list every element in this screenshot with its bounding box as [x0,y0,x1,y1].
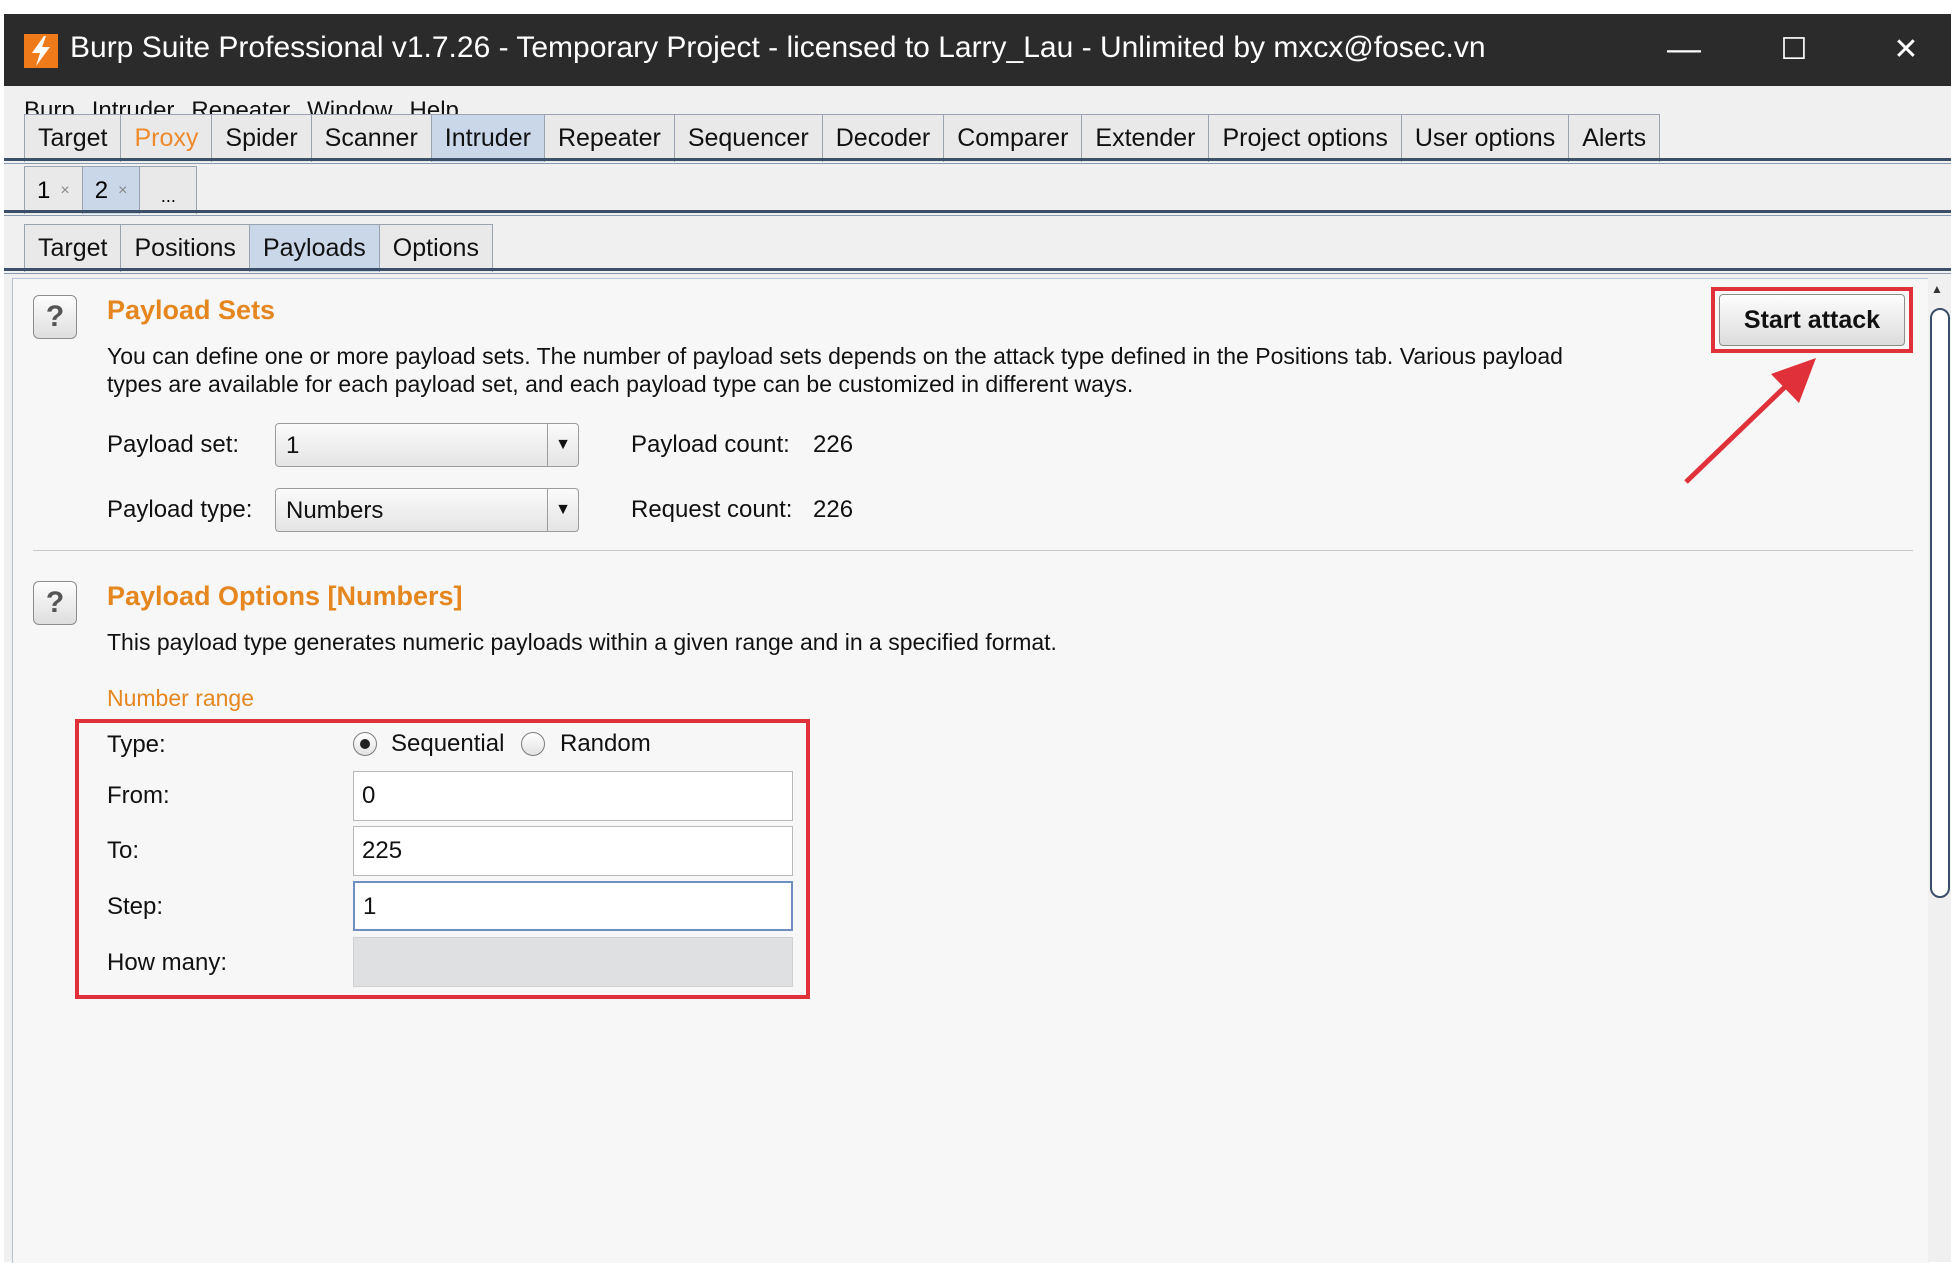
tab-divider [4,215,1951,216]
section-divider [33,550,1913,551]
tab-repeater[interactable]: Repeater [543,114,675,162]
number-range-heading: Number range [107,685,255,711]
subtab-payloads[interactable]: Payloads [248,224,380,272]
subtab-target[interactable]: Target [24,224,122,272]
from-field[interactable]: 0 [353,771,793,821]
random-label: Random [560,730,651,757]
attack-tab-bar: 1 × 2 × ... [4,166,1951,214]
tab-divider [4,163,1951,164]
attack-tab-label: 1 [37,176,51,204]
payloads-panel: ? Payload Sets You can define one or mor… [12,278,1929,1263]
tab-spider[interactable]: Spider [211,114,312,162]
payload-set-value: 1 [286,432,300,459]
tab-scanner[interactable]: Scanner [310,114,432,162]
tab-proxy[interactable]: Proxy [120,114,213,162]
help-icon[interactable]: ? [33,581,77,625]
payload-type-value: Numbers [286,497,384,524]
sequential-label: Sequential [391,730,505,757]
to-field[interactable]: 225 [353,826,793,876]
payload-type-select[interactable]: Numbers ▼ [275,488,579,532]
payload-set-select[interactable]: 1 ▼ [275,423,579,467]
main-tab-bar: Target Proxy Spider Scanner Intruder Rep… [4,114,1951,162]
attack-tab-2[interactable]: 2 × [81,166,141,214]
close-tab-icon[interactable]: × [118,182,127,200]
scroll-up-icon[interactable]: ▲ [1931,282,1943,296]
new-tab-button[interactable]: ... [139,166,198,214]
to-label: To: [107,837,140,864]
tab-divider [4,268,1951,271]
step-label: Step: [107,893,164,920]
from-label: From: [107,782,170,809]
attack-tab-label: 2 [94,176,109,204]
chevron-down-icon: ▼ [547,489,578,531]
tab-comparer[interactable]: Comparer [943,114,1083,162]
tab-extender[interactable]: Extender [1081,114,1210,162]
start-attack-button[interactable]: Start attack [1719,294,1905,346]
payload-options-heading: Payload Options [Numbers] [107,581,463,611]
tab-sequencer[interactable]: Sequencer [673,114,823,162]
tab-divider [4,273,1951,274]
scrollbar-thumb[interactable] [1930,308,1950,898]
tab-divider [4,210,1951,213]
help-icon[interactable]: ? [33,295,77,339]
subtab-options[interactable]: Options [378,224,493,272]
window-title: Burp Suite Professional v1.7.26 - Tempor… [70,31,1486,64]
tab-divider [4,158,1951,161]
type-label: Type: [107,731,166,758]
tab-project-options[interactable]: Project options [1208,114,1402,162]
tab-decoder[interactable]: Decoder [821,114,945,162]
payload-sets-description: You can define one or more payload sets.… [107,343,1563,369]
burp-logo-icon [24,34,58,68]
payload-count-value: 226 [813,431,854,458]
attack-tab-1[interactable]: 1 × [24,166,83,214]
sub-tab-bar: Target Positions Payloads Options [4,224,1951,272]
tab-intruder[interactable]: Intruder [430,114,545,162]
tab-target[interactable]: Target [24,114,122,162]
payload-sets-description: types are available for each payload set… [107,371,1134,397]
title-bar: Burp Suite Professional v1.7.26 - Tempor… [4,14,1951,86]
annotation-arrow-icon [1684,358,1816,484]
payload-count-label: Payload count: [631,431,790,458]
tab-user-options[interactable]: User options [1400,114,1570,162]
close-tab-icon[interactable]: × [60,182,69,200]
subtab-positions[interactable]: Positions [120,224,250,272]
payload-options-description: This payload type generates numeric payl… [107,629,1057,655]
payload-set-label: Payload set: [107,431,240,458]
how-many-label: How many: [107,949,228,976]
payload-sets-heading: Payload Sets [107,295,276,325]
chevron-down-icon: ▼ [547,424,578,466]
tab-alerts[interactable]: Alerts [1568,114,1661,162]
vertical-scrollbar[interactable]: ▲ [1928,278,1950,1262]
request-count-value: 226 [813,496,854,523]
maximize-icon[interactable]: ☐ [1764,24,1824,74]
step-field[interactable]: 1 [353,881,793,931]
minimize-icon[interactable]: — [1654,24,1714,74]
payload-type-label: Payload type: [107,496,253,523]
how-many-field[interactable] [353,937,793,987]
close-icon[interactable]: ✕ [1876,24,1936,74]
sequential-radio[interactable] [353,732,377,756]
request-count-label: Request count: [631,496,793,523]
random-radio[interactable] [521,732,545,756]
